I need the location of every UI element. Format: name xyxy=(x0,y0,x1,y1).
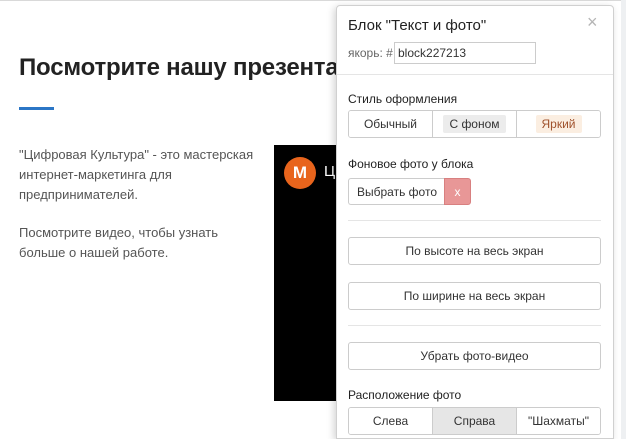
video-player[interactable]: M Ц xyxy=(274,145,344,401)
close-icon[interactable]: × xyxy=(587,13,598,31)
style-options: Обычный С фоном Яркий xyxy=(348,110,601,138)
choose-photo-button[interactable]: Выбрать фото xyxy=(348,178,445,205)
section-divider xyxy=(348,220,601,221)
page-headline: Посмотрите нашу презента xyxy=(19,54,339,81)
anchor-input[interactable] xyxy=(394,42,536,64)
block-settings-panel: Блок "Текст и фото" × якорь: # Стиль офо… xyxy=(336,5,614,439)
style-label: Стиль оформления xyxy=(348,92,458,106)
channel-avatar[interactable]: M xyxy=(284,157,316,189)
full-height-button[interactable]: По высоте на весь экран xyxy=(348,237,601,265)
style-option-normal[interactable]: Обычный xyxy=(349,111,433,137)
style-option-background[interactable]: С фоном xyxy=(433,111,517,137)
remove-media-button[interactable]: Убрать фото-видео xyxy=(348,342,601,370)
intro-paragraph: "Цифровая Культура" - это мастерская инт… xyxy=(19,147,254,202)
headline-accent-line xyxy=(19,107,54,110)
section-divider xyxy=(348,325,601,326)
photo-position-label: Расположение фото xyxy=(348,388,462,402)
full-width-button[interactable]: По ширине на весь экран xyxy=(348,282,601,310)
photo-position-options: Слева Справа "Шахматы" xyxy=(348,407,601,435)
position-option-chess[interactable]: "Шахматы" xyxy=(517,408,600,434)
panel-title: Блок "Текст и фото" xyxy=(348,17,487,34)
remove-photo-button[interactable]: x xyxy=(444,178,471,205)
anchor-label: якорь: # xyxy=(348,46,393,60)
style-option-bright[interactable]: Яркий xyxy=(517,111,600,137)
video-invite-paragraph: Посмотрите видео, чтобы узнать больше о … xyxy=(19,225,219,260)
panel-divider xyxy=(337,74,613,75)
scrollbar-track[interactable] xyxy=(621,0,626,439)
video-title[interactable]: Ц xyxy=(324,163,335,180)
position-option-left[interactable]: Слева xyxy=(349,408,433,434)
background-photo-label: Фоновое фото у блока xyxy=(348,157,474,171)
position-option-right[interactable]: Справа xyxy=(433,408,517,434)
top-divider xyxy=(0,0,626,1)
